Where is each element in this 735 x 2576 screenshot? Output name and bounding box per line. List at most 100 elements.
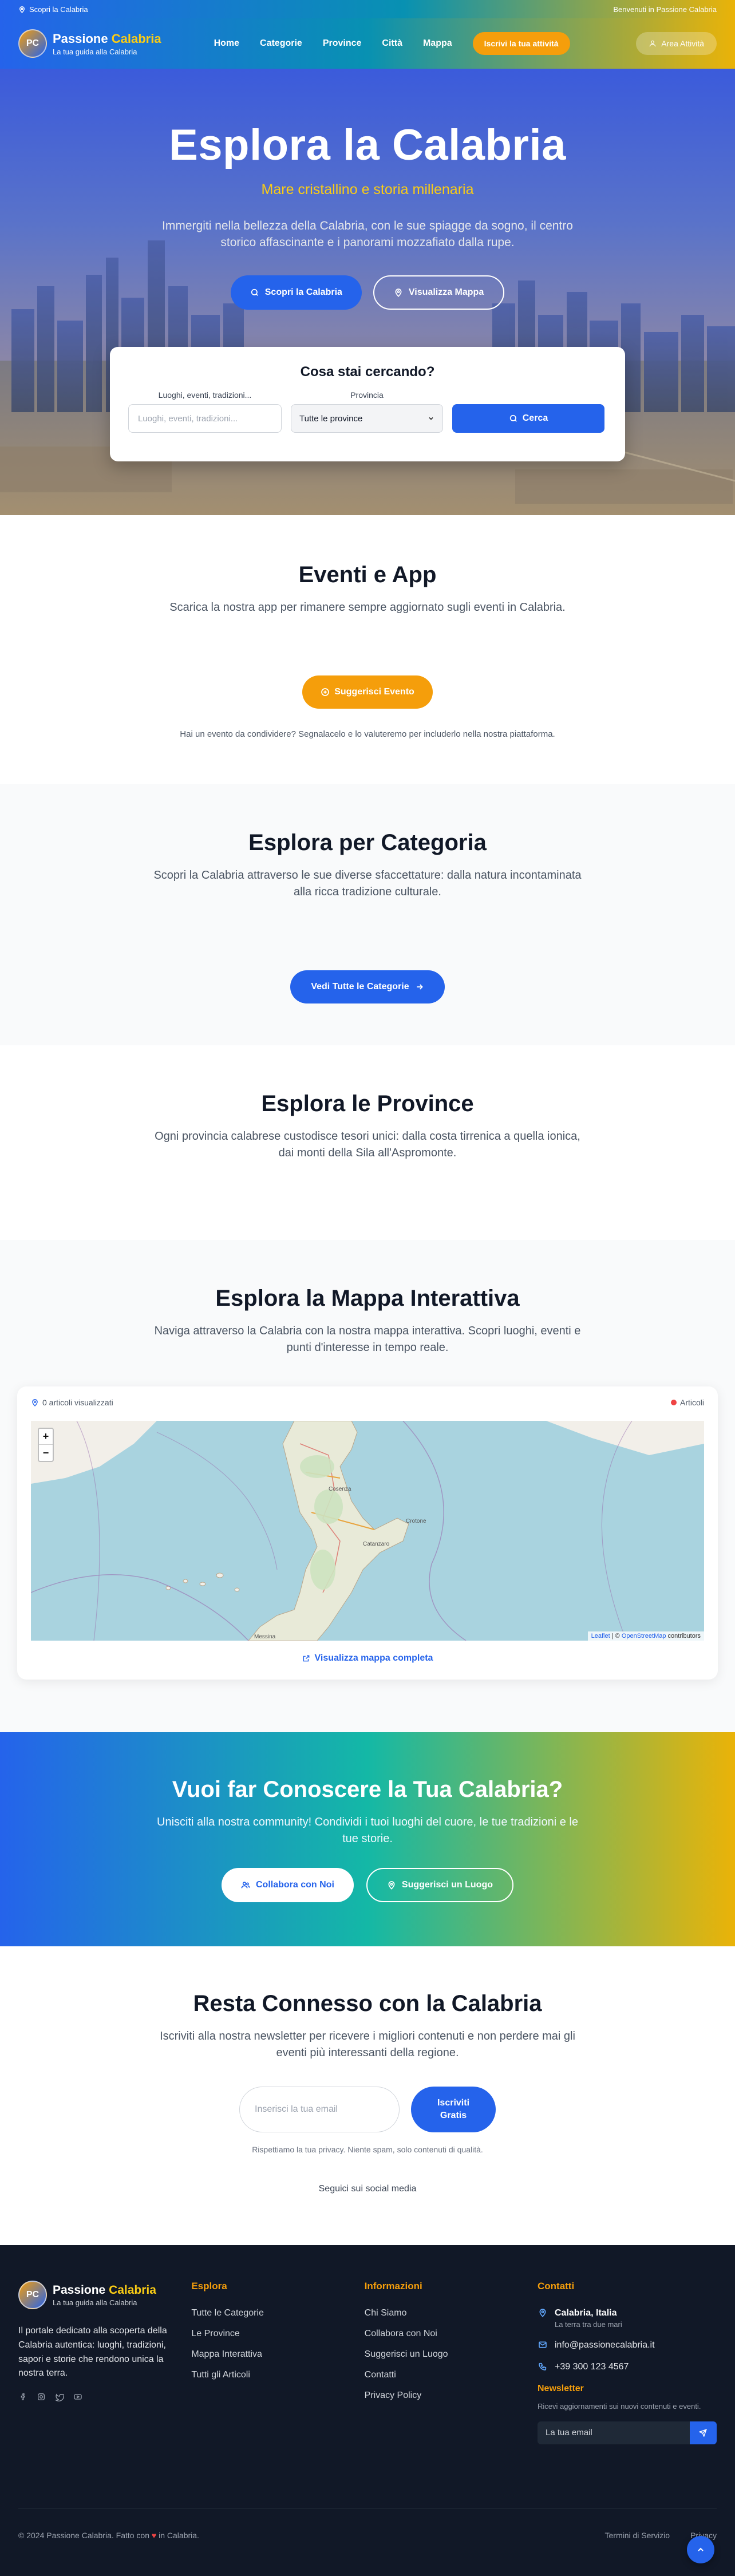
facebook-icon[interactable] (18, 2392, 27, 2401)
all-categories-label: Vedi Tutte le Categorie (311, 982, 409, 991)
register-business-button[interactable]: Iscrivi la tua attività (472, 32, 570, 55)
map-tiles: Cosenza Crotone Catanzaro Messina (31, 1421, 704, 1641)
contact-location-text: Calabria, Italia (554, 2308, 617, 2318)
categories-title: Esplora per Categoria (248, 830, 487, 855)
map-header: 0 articoli visualizzati Articoli (31, 1398, 704, 1407)
full-map-link[interactable]: Visualizza mappa completa (31, 1653, 704, 1664)
collaborate-label: Collabora con Noi (255, 1880, 334, 1890)
site-logo[interactable]: PC Passione Calabria La tua guida alla C… (18, 29, 161, 58)
cta-buttons: Collabora con Noi Suggerisci un Luogo (0, 1868, 735, 1902)
province-field-group: Provincia Tutte le province (291, 390, 443, 433)
categories-subtitle: Scopri la Calabria attraverso le sue div… (153, 869, 582, 898)
contact-email[interactable]: info@passionecalabria.it (538, 2340, 717, 2350)
terms-link[interactable]: Termini di Servizio (605, 2531, 670, 2540)
hero-content: Esplora la Calabria Mare cristallino e s… (0, 120, 735, 310)
business-area-button[interactable]: Area Attività (636, 32, 717, 55)
footer-newsletter-submit[interactable] (689, 2421, 717, 2444)
footer-link-provinces[interactable]: Le Province (191, 2329, 364, 2339)
copyright: © 2024 Passione Calabria. Fatto con ♥ in… (18, 2531, 199, 2540)
footer-explore-title: Esplora (191, 2281, 227, 2291)
osm-link[interactable]: OpenStreetMap (622, 1633, 666, 1639)
footer-link-privacy[interactable]: Privacy Policy (365, 2391, 538, 2401)
footer-link-collaborate[interactable]: Collabora con Noi (365, 2329, 538, 2339)
search-button-label: Cerca (522, 413, 548, 423)
map-pin-icon (388, 1881, 395, 1890)
attribution-sep: | © (610, 1633, 622, 1639)
suggest-event-button[interactable]: Suggerisci Evento (302, 675, 433, 709)
footer-columns: PC Passione Calabria La tua guida alla C… (0, 2245, 735, 2444)
map-zoom-control: + − (38, 1428, 54, 1462)
map-card: 0 articoli visualizzati Articoli Cosenza… (17, 1386, 718, 1680)
youtube-icon[interactable] (73, 2392, 82, 2401)
zoom-out-button[interactable]: − (39, 1445, 53, 1461)
back-to-top-button[interactable] (687, 2536, 714, 2563)
newsletter-email-input[interactable]: Inserisci la tua email (239, 2087, 400, 2132)
footer-bottom: © 2024 Passione Calabria. Fatto con ♥ in… (18, 2508, 717, 2540)
city-label-messina: Messina (254, 1634, 276, 1640)
zoom-in-button[interactable]: + (39, 1429, 53, 1445)
newsletter-section: Resta Connesso con la Calabria Iscriviti… (0, 1946, 735, 2245)
main-nav: Home Categorie Province Città Mappa Iscr… (214, 32, 570, 55)
nav-mappa[interactable]: Mappa (423, 38, 452, 49)
map-subtitle: Naviga attraverso la Calabria con la nos… (154, 1325, 581, 1354)
footer-info-col: Informazioni Chi Siamo Collabora con Noi… (365, 2281, 538, 2444)
top-bar-left: Scopri la Calabria (18, 5, 88, 14)
city-label-cosenza: Cosenza (329, 1486, 351, 1492)
plus-circle-icon (321, 688, 330, 696)
external-link-icon (303, 1655, 309, 1662)
all-categories-button[interactable]: Vedi Tutte le Categorie (290, 970, 445, 1003)
footer-logo[interactable]: PC Passione Calabria La tua guida alla C… (18, 2281, 191, 2309)
footer-newsletter-input[interactable]: La tua email (537, 2421, 690, 2444)
map-pin-icon (539, 2309, 546, 2317)
contact-phone[interactable]: +39 300 123 4567 (538, 2362, 717, 2372)
footer-link-categories[interactable]: Tutte le Categorie (191, 2308, 364, 2318)
hero-section: Esplora la Calabria Mare cristallino e s… (0, 69, 735, 515)
suggest-place-button[interactable]: Suggerisci un Luogo (366, 1868, 513, 1902)
footer-newsletter-text: Ricevi aggiornamenti sui nuovi contenuti… (537, 2402, 701, 2411)
footer-logo-badge: PC (18, 2281, 47, 2309)
search-card: Cosa stai cercando? Luoghi, eventi, trad… (110, 347, 625, 461)
province-label: Provincia (350, 390, 384, 400)
contact-location-sub: La terra tra due mari (554, 2320, 622, 2329)
top-bar: Scopri la Calabria Benvenuti in Passione… (0, 0, 735, 18)
province-select[interactable]: Tutte le province (291, 404, 443, 433)
interactive-map[interactable]: Cosenza Crotone Catanzaro Messina + − Le… (31, 1421, 704, 1641)
nav-citta[interactable]: Città (382, 38, 402, 49)
collaborate-button[interactable]: Collabora con Noi (221, 1868, 354, 1902)
instagram-icon[interactable] (37, 2392, 46, 2401)
footer-newsletter-title: Newsletter (537, 2384, 584, 2393)
footer-link-map[interactable]: Mappa Interattiva (191, 2349, 364, 2360)
suggest-place-label: Suggerisci un Luogo (401, 1880, 493, 1890)
search-button[interactable]: Cerca (452, 404, 604, 433)
newsletter-privacy: Rispettiamo la tua privacy. Niente spam,… (252, 2145, 483, 2154)
map-title: Esplora la Mappa Interattiva (215, 1286, 520, 1311)
brand-main: Passione (53, 31, 108, 46)
nav-categorie[interactable]: Categorie (260, 38, 302, 49)
user-icon (650, 40, 656, 47)
newsletter-subscribe-button[interactable]: Iscriviti Gratis (411, 2087, 496, 2132)
footer-link-articles[interactable]: Tutti gli Articoli (191, 2370, 364, 2380)
full-map-link-label: Visualizza mappa completa (314, 1653, 433, 1663)
nav-home[interactable]: Home (214, 38, 239, 49)
map-count-text: 0 articoli visualizzati (42, 1398, 113, 1407)
discover-button[interactable]: Scopri la Calabria (230, 275, 362, 310)
nav-province[interactable]: Province (323, 38, 362, 49)
footer-contacts-col: Contatti Calabria, Italia La terra tra d… (537, 2281, 717, 2444)
top-bar-welcome: Benvenuti in Passione Calabria (613, 5, 717, 14)
view-map-button[interactable]: Visualizza Mappa (373, 275, 505, 310)
copyright-pre: © 2024 Passione Calabria. Fatto con (18, 2531, 150, 2540)
search-input[interactable]: Luoghi, eventi, tradizioni... (128, 404, 282, 433)
cta-subtitle: Unisciti alla nostra community! Condivid… (157, 1816, 578, 1845)
query-field-group: Luoghi, eventi, tradizioni... Luoghi, ev… (128, 390, 282, 433)
footer-link-contacts[interactable]: Contatti (365, 2370, 538, 2380)
contact-email-text: info@passionecalabria.it (554, 2340, 655, 2350)
leaflet-link[interactable]: Leaflet (591, 1633, 610, 1639)
city-label-catanzaro: Catanzaro (363, 1541, 390, 1547)
footer-link-about[interactable]: Chi Siamo (365, 2308, 538, 2318)
chevron-up-icon (698, 2547, 704, 2551)
footer-brand-col: PC Passione Calabria La tua guida alla C… (18, 2281, 191, 2444)
twitter-icon[interactable] (55, 2392, 64, 2402)
footer-link-suggest[interactable]: Suggerisci un Luogo (365, 2349, 538, 2360)
hero-description: Immergiti nella bellezza della Calabria,… (162, 219, 573, 250)
footer-description: Il portale dedicato alla scoperta della … (18, 2326, 167, 2379)
